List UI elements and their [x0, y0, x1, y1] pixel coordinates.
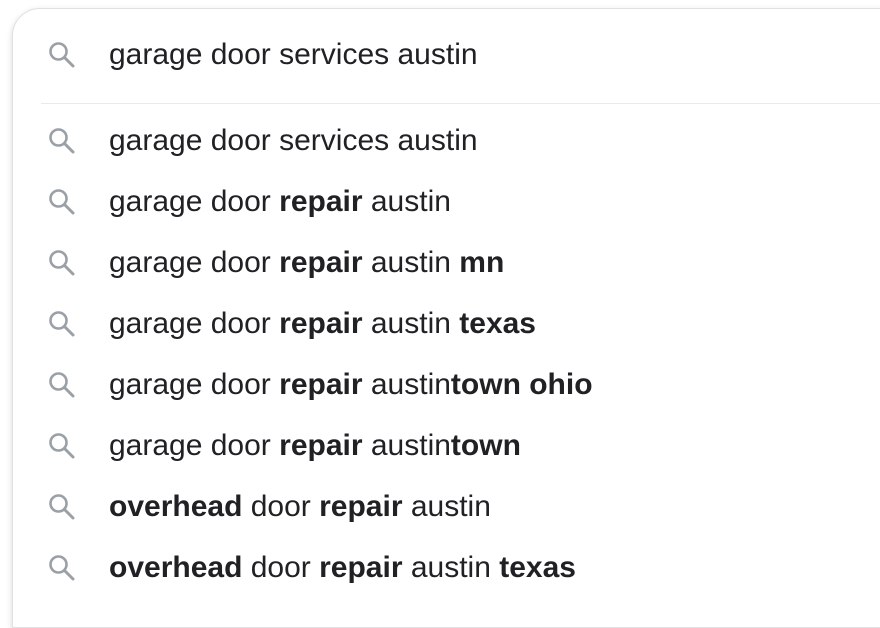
search-icon [46, 369, 78, 401]
suggestion-text: garage door repair austin texas [109, 304, 536, 344]
suggestion-segment: austin [402, 551, 500, 584]
suggestion-segment: austin [362, 185, 451, 218]
suggestion-item[interactable]: overhead door repair austin texas [13, 538, 880, 599]
suggestion-item[interactable]: garage door repair austin texas [13, 294, 880, 355]
suggestion-highlight: repair [319, 551, 403, 584]
search-icon [46, 39, 78, 71]
suggestion-text: garage door repair austin mn [109, 243, 504, 283]
suggestion-segment: austin [362, 368, 451, 401]
search-bar[interactable] [13, 9, 880, 103]
suggestion-segment: austin [362, 307, 460, 340]
suggestion-text: garage door services austin [109, 121, 478, 161]
search-icon [46, 125, 78, 157]
suggestion-segment: garage door [109, 429, 280, 462]
divider [41, 103, 880, 104]
suggestion-segment: garage door [109, 368, 280, 401]
suggestion-highlight: town ohio [450, 368, 593, 401]
suggestion-item[interactable]: garage door repair austin [13, 172, 880, 233]
suggestion-highlight: repair [279, 246, 363, 279]
suggestion-highlight: overhead [109, 490, 243, 523]
search-icon [46, 491, 78, 523]
suggestion-text: garage door repair austintown ohio [109, 365, 593, 405]
suggestion-segment: garage door [109, 246, 280, 279]
suggestion-segment: austin [362, 429, 451, 462]
suggestion-highlight: mn [459, 246, 505, 279]
suggestion-item[interactable]: garage door repair austin mn [13, 233, 880, 294]
suggestion-highlight: repair [279, 185, 363, 218]
suggestion-highlight: repair [279, 429, 363, 462]
suggestion-text: garage door repair austintown [109, 426, 521, 466]
search-icon [46, 552, 78, 584]
suggestion-segment: door [242, 551, 320, 584]
suggestion-segment: garage door [109, 185, 280, 218]
suggestion-segment: garage door services austin [109, 124, 478, 157]
suggestion-highlight: texas [459, 307, 536, 340]
suggestion-item[interactable]: garage door services austin [13, 111, 880, 172]
suggestion-segment: austin [362, 246, 460, 279]
suggestion-item[interactable]: overhead door repair austin [13, 477, 880, 538]
suggestion-highlight: repair [279, 307, 363, 340]
search-suggestion-panel: garage door services austin garage door r… [12, 8, 880, 628]
suggestion-segment: austin [402, 490, 491, 523]
search-icon [46, 186, 78, 218]
search-input[interactable] [109, 29, 809, 81]
suggestion-segment: garage door [109, 307, 280, 340]
suggestion-highlight: texas [499, 551, 576, 584]
suggestion-highlight: overhead [109, 551, 243, 584]
suggestion-item[interactable]: garage door repair austintown [13, 416, 880, 477]
suggestion-text: overhead door repair austin texas [109, 548, 576, 588]
search-icon [46, 308, 78, 340]
suggestion-item[interactable]: garage door repair austintown ohio [13, 355, 880, 416]
search-icon [46, 430, 78, 462]
search-icon [46, 247, 78, 279]
suggestion-highlight: town [450, 429, 521, 462]
suggestion-text: overhead door repair austin [109, 487, 491, 527]
suggestion-list: garage door services austin garage door r… [13, 111, 880, 599]
suggestion-highlight: repair [319, 490, 403, 523]
suggestion-segment: door [242, 490, 320, 523]
suggestion-highlight: repair [279, 368, 363, 401]
suggestion-text: garage door repair austin [109, 182, 451, 222]
